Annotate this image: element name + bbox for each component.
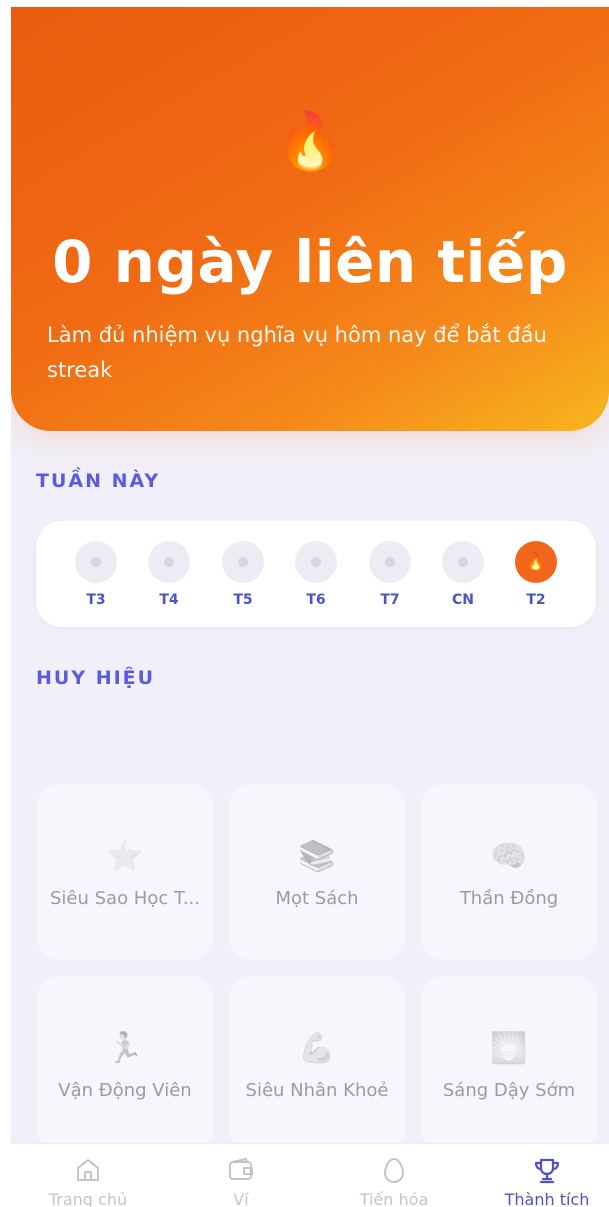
week-day-t2-today: 🔥 T2 — [506, 541, 566, 608]
tab-evolution[interactable]: Tiến hóa — [324, 1144, 464, 1207]
badge-card-sieu-sao-hoc-tap[interactable]: ⭐ Siêu Sao Học T... — [37, 784, 213, 960]
fire-icon: 🔥 — [275, 109, 345, 174]
week-day-cn: CN — [433, 541, 493, 608]
sunrise-icon: 🌅 — [490, 1030, 528, 1066]
books-icon: 📚 — [298, 838, 336, 874]
tab-label: Trang chủ — [48, 1190, 128, 1207]
flexed-biceps-icon: 💪 — [298, 1030, 336, 1066]
wallet-icon — [171, 1156, 311, 1186]
day-status-dot-active: 🔥 — [515, 541, 557, 583]
badges-section-title: HUY HIỆU — [36, 667, 156, 689]
badge-name: Mọt Sách — [275, 888, 359, 909]
home-icon — [18, 1156, 158, 1186]
week-day-t6: T6 — [286, 541, 346, 608]
week-day-t7: T7 — [360, 541, 420, 608]
day-status-dot — [148, 541, 190, 583]
day-label: CN — [452, 592, 474, 608]
streak-count-title: 0 ngày liên tiếp — [52, 228, 568, 296]
day-label: T3 — [86, 592, 106, 608]
tab-achievements[interactable]: Thành tích — [477, 1144, 609, 1207]
badge-card-than-dong[interactable]: 🧠 Thần Đồng — [421, 784, 597, 960]
tab-label: Ví — [233, 1190, 249, 1207]
week-day-t5: T5 — [213, 541, 273, 608]
week-section-title: TUẦN NÀY — [36, 470, 161, 492]
day-label: T4 — [159, 592, 179, 608]
day-status-dot — [222, 541, 264, 583]
star-icon: ⭐ — [106, 838, 144, 874]
streak-hero-card: 🔥 0 ngày liên tiếp Làm đủ nhiệm vụ nghĩa… — [11, 7, 609, 431]
day-status-dot — [295, 541, 337, 583]
week-streak-card: T3 T4 T5 T6 T7 CN 🔥 T2 — [36, 521, 596, 627]
badge-card-van-dong-vien[interactable]: 🏃 Vận Động Viên — [37, 976, 213, 1152]
badge-name: Siêu Nhân Khoẻ — [245, 1080, 389, 1101]
runner-icon: 🏃 — [106, 1030, 144, 1066]
day-status-dot — [442, 541, 484, 583]
egg-icon — [324, 1156, 464, 1186]
day-label: T2 — [526, 592, 546, 608]
fire-icon: 🔥 — [525, 552, 547, 572]
badge-name: Thần Đồng — [459, 888, 559, 909]
day-status-dot — [75, 541, 117, 583]
badge-card-sang-day-som[interactable]: 🌅 Sáng Dậy Sớm — [421, 976, 597, 1152]
week-day-t4: T4 — [139, 541, 199, 608]
tab-wallet[interactable]: Ví — [171, 1144, 311, 1207]
badge-card-sieu-nhan-khoe[interactable]: 💪 Siêu Nhân Khoẻ — [229, 976, 405, 1152]
tab-label: Thành tích — [504, 1190, 590, 1207]
achievements-screen: 🔥 0 ngày liên tiếp Làm đủ nhiệm vụ nghĩa… — [11, 7, 609, 1207]
brain-icon: 🧠 — [490, 838, 528, 874]
badge-name: Sáng Dậy Sớm — [442, 1080, 576, 1101]
badge-card-mot-sach[interactable]: 📚 Mọt Sách — [229, 784, 405, 960]
trophy-icon — [477, 1156, 609, 1186]
badge-name: Siêu Sao Học T... — [49, 888, 200, 909]
day-label: T7 — [380, 592, 400, 608]
week-day-t3: T3 — [66, 541, 126, 608]
tab-label: Tiến hóa — [359, 1190, 429, 1207]
badge-name: Vận Động Viên — [58, 1080, 192, 1101]
streak-subtitle: Làm đủ nhiệm vụ nghĩa vụ hôm nay để bắt … — [47, 323, 547, 382]
day-status-dot — [369, 541, 411, 583]
tab-home[interactable]: Trang chủ — [18, 1144, 158, 1207]
bottom-tab-bar: Trang chủ Ví Tiến hóa Thành tích — [11, 1143, 609, 1207]
day-label: T6 — [306, 592, 326, 608]
day-label: T5 — [233, 592, 253, 608]
